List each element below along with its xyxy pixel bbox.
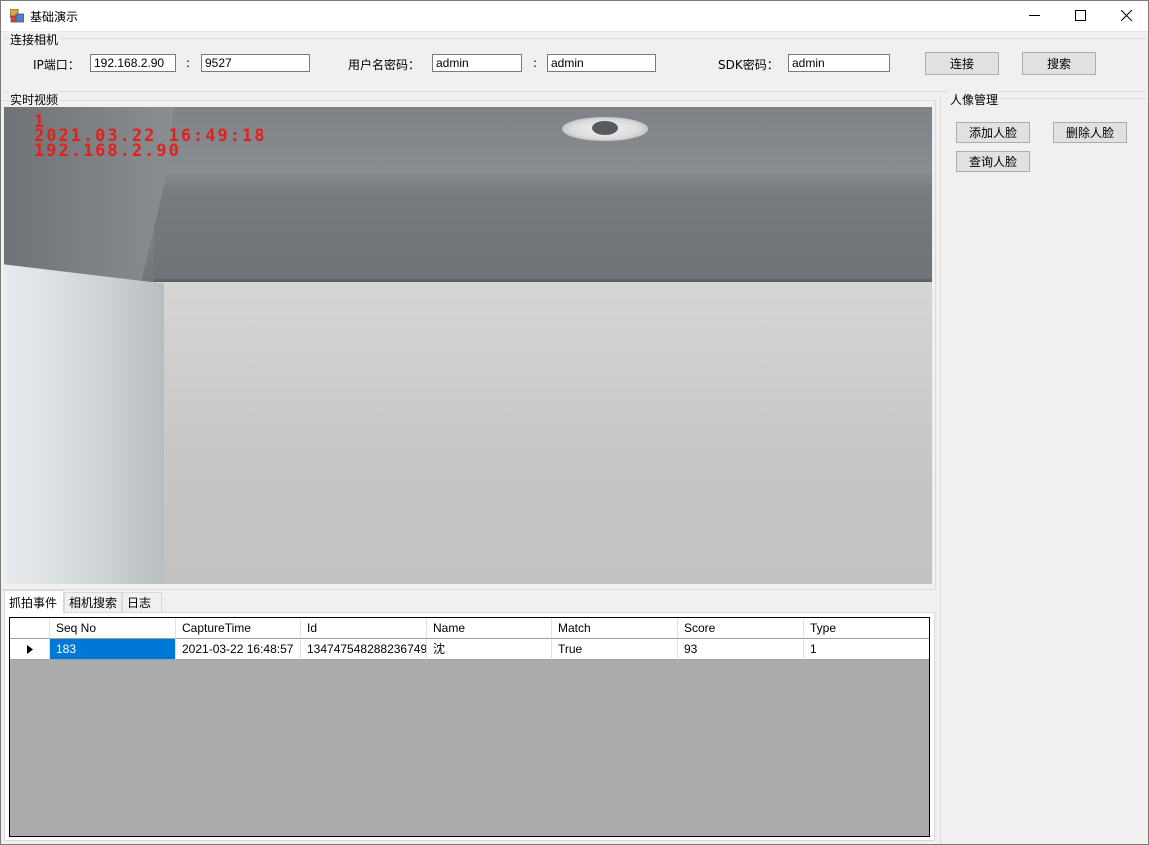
capture-table[interactable]: Seq No CaptureTime Id Name Match Score T… [9, 617, 930, 837]
window-title: 基础演示 [30, 10, 79, 24]
password-separator: : [533, 56, 538, 70]
face-management-group-label: 人像管理 [949, 91, 1000, 108]
table-header-row: Seq No CaptureTime Id Name Match Score T… [10, 618, 929, 639]
live-video-view[interactable]: 1 2021.03.22 16:49:18 192.168.2.90 [4, 107, 932, 584]
column-header-type[interactable]: Type [804, 618, 929, 639]
connect-button[interactable]: 连接 [925, 52, 999, 75]
tab-capture-events[interactable]: 抓拍事件 [4, 590, 64, 613]
maximize-icon [1074, 10, 1086, 21]
app-icon [10, 9, 24, 23]
cell-name[interactable]: 沈 [427, 639, 552, 660]
username-input[interactable]: admin [432, 54, 522, 72]
maximize-button[interactable] [1057, 0, 1103, 31]
column-header-seq-no[interactable]: Seq No [50, 618, 176, 639]
minimize-button[interactable] [1011, 0, 1057, 31]
row-header-corner [10, 618, 50, 639]
column-header-id[interactable]: Id [301, 618, 427, 639]
username-password-label: 用户名密码： [348, 58, 421, 72]
connect-camera-group-label: 连接相机 [9, 31, 60, 48]
sdk-password-input[interactable]: admin [788, 54, 890, 72]
sdk-password-label: SDK密码： [718, 58, 779, 72]
cell-seq-no[interactable]: 183 [50, 639, 176, 660]
column-header-name[interactable]: Name [427, 618, 552, 639]
search-button[interactable]: 搜索 [1022, 52, 1096, 75]
port-input[interactable]: 9527 [201, 54, 310, 72]
close-icon [1120, 10, 1132, 21]
osd-ip: 192.168.2.90 [34, 141, 181, 161]
current-row-icon [26, 644, 33, 654]
password-input[interactable]: admin [547, 54, 656, 72]
column-header-score[interactable]: Score [678, 618, 804, 639]
row-header[interactable] [10, 639, 50, 660]
close-button[interactable] [1103, 0, 1149, 31]
port-separator: : [186, 56, 191, 70]
delete-face-button[interactable]: 删除人脸 [1053, 122, 1127, 143]
column-header-match[interactable]: Match [552, 618, 678, 639]
face-management-panel [940, 96, 1149, 845]
query-face-button[interactable]: 查询人脸 [956, 151, 1030, 172]
video-beam [154, 170, 932, 282]
cell-type[interactable]: 1 [804, 639, 929, 660]
column-header-capture-time[interactable]: CaptureTime [176, 618, 301, 639]
cell-capture-time[interactable]: 2021-03-22 16:48:57 [176, 639, 301, 660]
cell-score[interactable]: 93 [678, 639, 804, 660]
cell-id[interactable]: 1347475482882367490 [301, 639, 427, 660]
cell-match[interactable]: True [552, 639, 678, 660]
add-face-button[interactable]: 添加人脸 [956, 122, 1030, 143]
title-bar: 基础演示 [0, 0, 1149, 32]
ip-input[interactable]: 192.168.2.90 [90, 54, 176, 72]
minimize-icon [1028, 15, 1040, 16]
table-row[interactable]: 183 2021-03-22 16:48:57 1347475482882367… [10, 639, 929, 660]
live-video-group-label: 实时视频 [9, 91, 60, 108]
tab-camera-search[interactable]: 相机搜索 [64, 592, 122, 612]
ip-port-label: IP端口： [33, 58, 80, 72]
sprinkler-core [592, 121, 618, 135]
tab-log[interactable]: 日志 [122, 592, 162, 612]
